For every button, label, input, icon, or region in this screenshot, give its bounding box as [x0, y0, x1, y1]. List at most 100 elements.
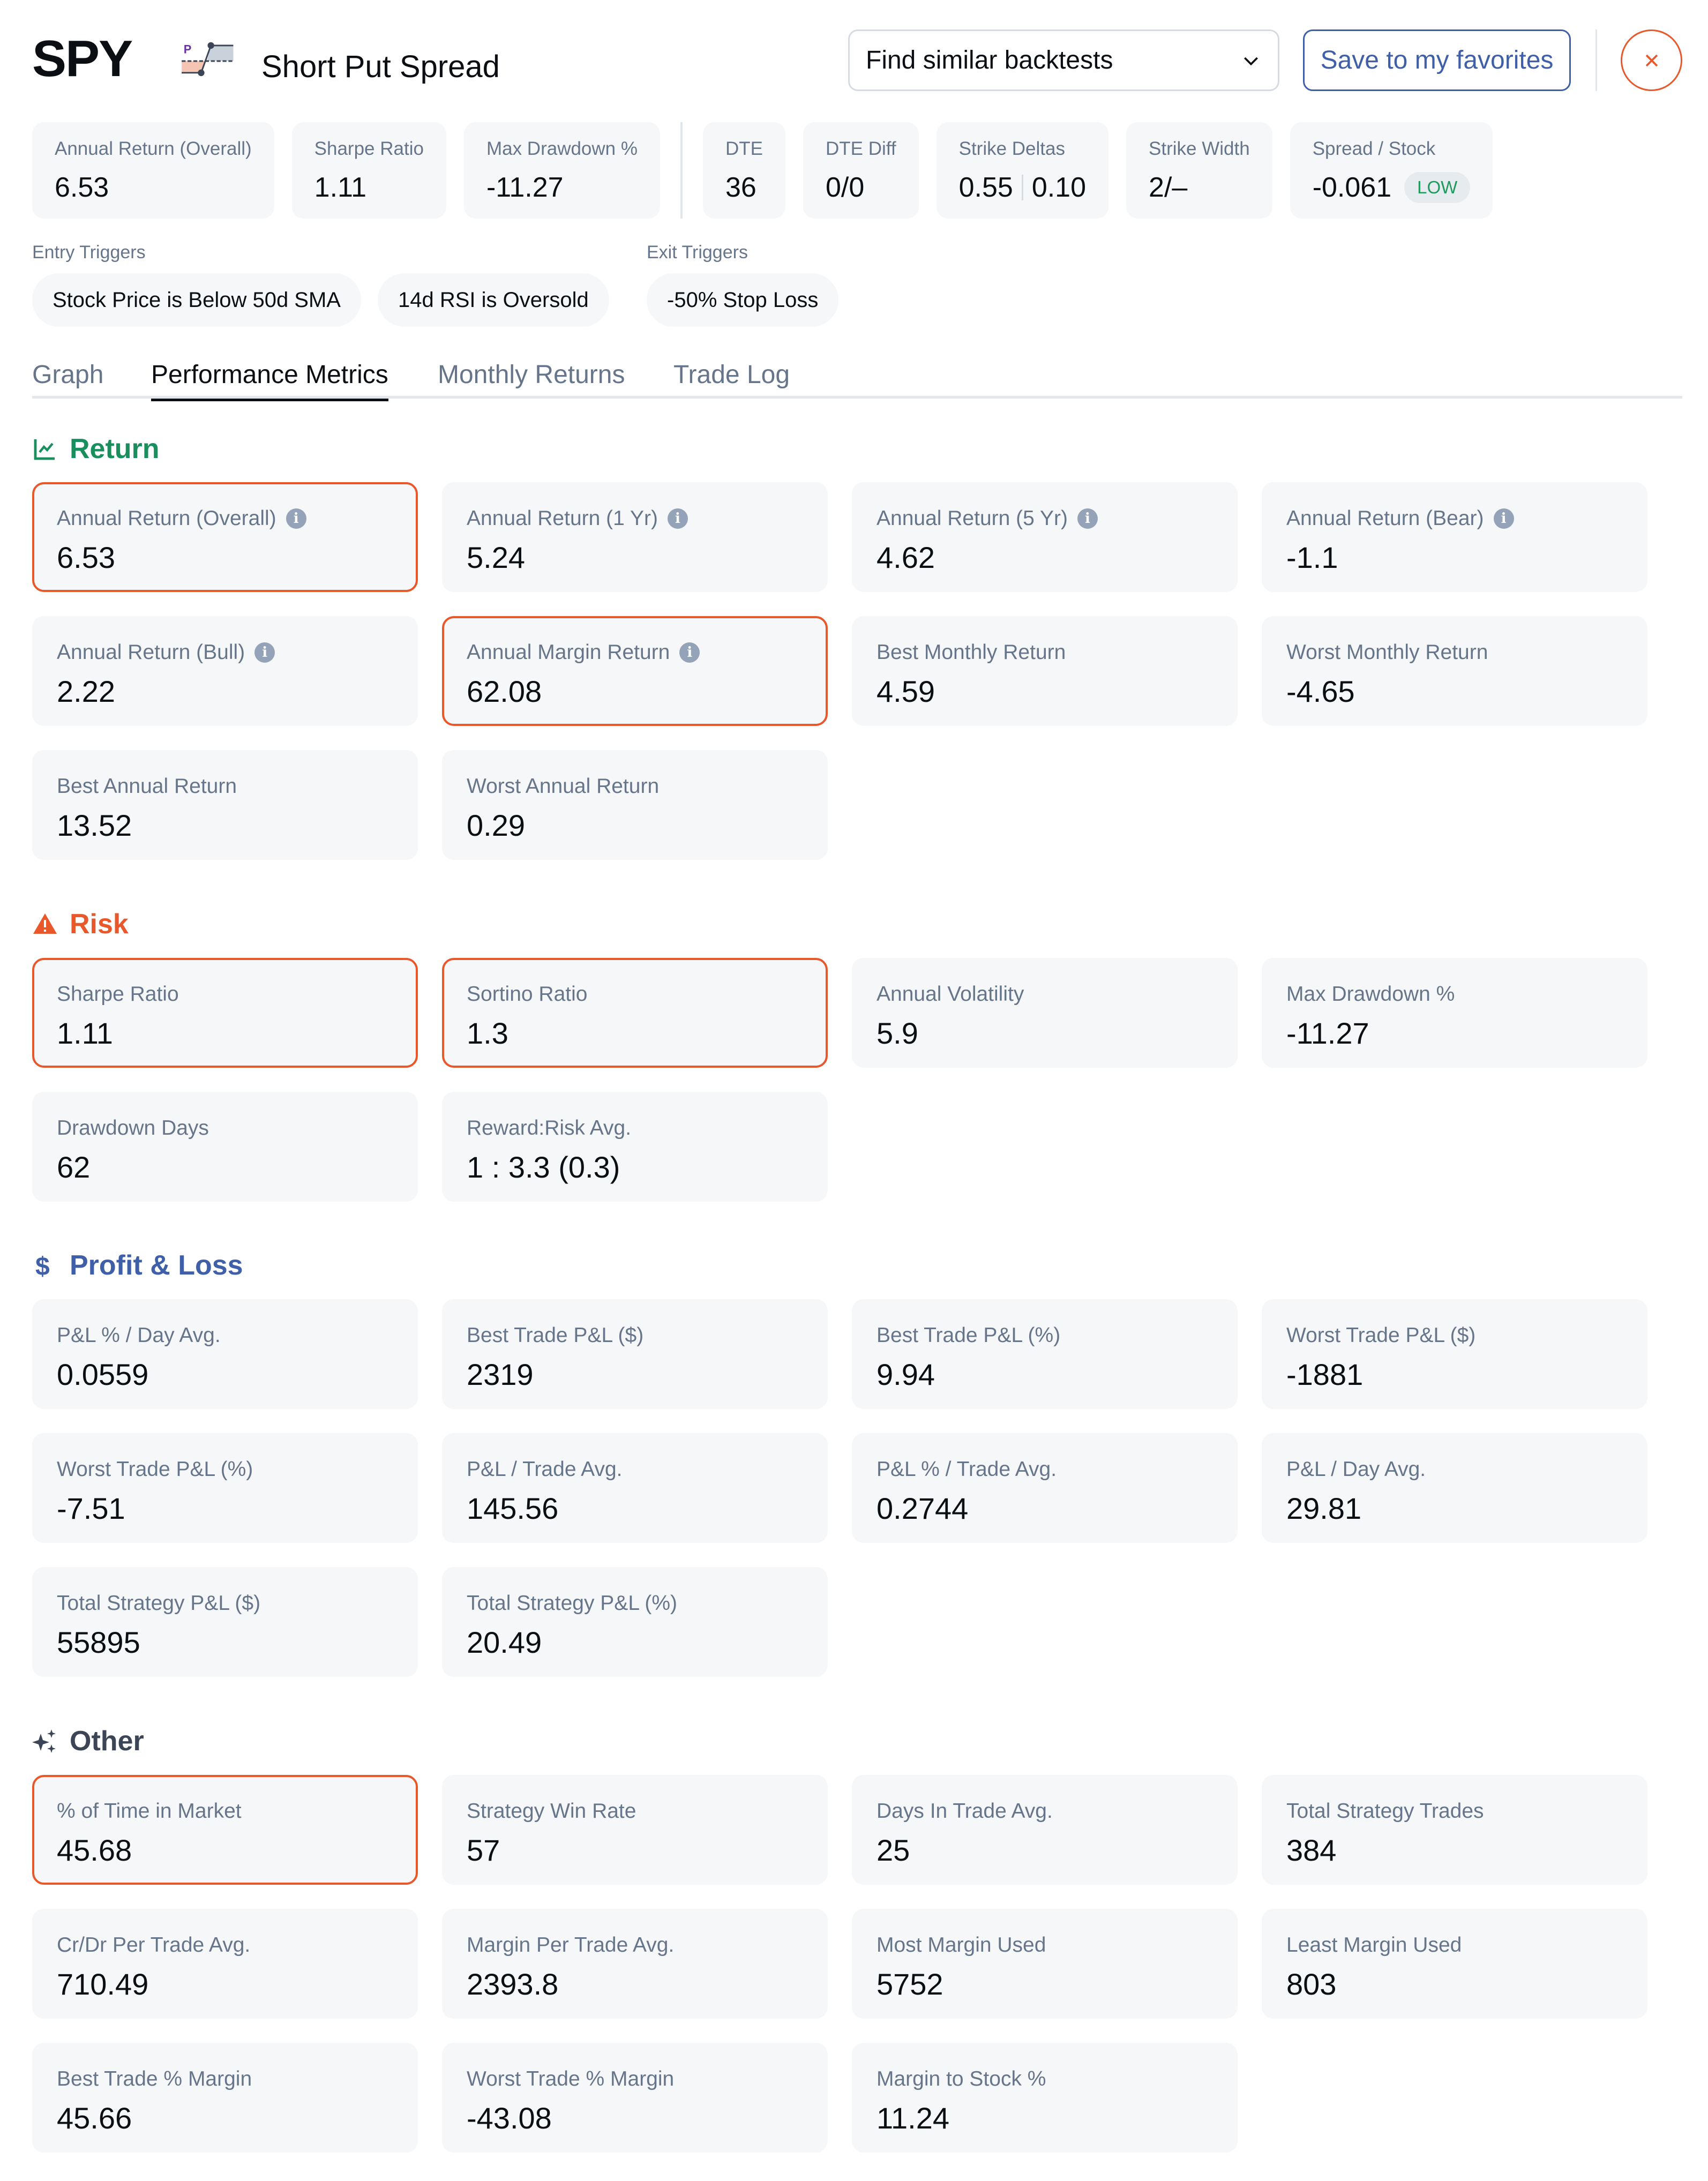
info-icon[interactable]: i	[679, 642, 700, 663]
summary-label: DTE	[725, 138, 763, 159]
metric-label: Annual Return (Bear) i	[1286, 507, 1623, 530]
metric-label: Margin Per Trade Avg.	[467, 1933, 803, 1957]
metric-card: P&L % / Day Avg. 0.0559	[32, 1299, 418, 1409]
metric-label-text: P&L % / Trade Avg.	[877, 1458, 1057, 1481]
summary-annual-return: Annual Return (Overall) 6.53	[32, 122, 274, 219]
info-icon[interactable]: i	[1493, 508, 1514, 529]
tab-monthly-returns[interactable]: Monthly Returns	[438, 360, 625, 399]
metric-value: -43.08	[467, 2101, 552, 2135]
metric-label: Best Annual Return	[57, 775, 393, 798]
metric-label-text: Margin Per Trade Avg.	[467, 1933, 675, 1957]
metric-label-text: % of Time in Market	[57, 1800, 242, 1823]
metric-label-text: Max Drawdown %	[1286, 983, 1455, 1006]
info-icon[interactable]: i	[254, 642, 275, 663]
metric-label-text: Least Margin Used	[1286, 1933, 1462, 1957]
metric-card: Annual Return (5 Yr) i 4.62	[852, 482, 1238, 592]
exit-triggers-label: Exit Triggers	[647, 242, 748, 263]
metric-value: 4.59	[877, 674, 935, 708]
metric-label-text: Worst Trade % Margin	[467, 2067, 675, 2090]
metric-value: 45.66	[57, 2101, 132, 2135]
metric-label-text: Reward:Risk Avg.	[467, 1116, 632, 1140]
warning-triangle-icon	[32, 911, 58, 937]
metric-card: Least Margin Used 803	[1262, 1909, 1647, 2019]
metric-card: Worst Trade % Margin -43.08	[442, 2043, 828, 2153]
metric-label: Best Trade P&L (%)	[877, 1324, 1213, 1347]
metric-card: Annual Margin Return i 62.08	[442, 616, 828, 726]
close-button[interactable]	[1621, 29, 1682, 91]
metric-label: Cr/Dr Per Trade Avg.	[57, 1933, 393, 1957]
metric-label: Drawdown Days	[57, 1116, 393, 1140]
metric-label: Annual Return (Overall) i	[57, 507, 393, 530]
header-divider	[1595, 29, 1597, 91]
metric-value: 25	[877, 1833, 910, 1867]
summary-dte: DTE 36	[703, 122, 785, 219]
metric-label: Worst Monthly Return	[1286, 641, 1623, 664]
metric-label: Sharpe Ratio	[57, 983, 393, 1006]
metric-label-text: Sortino Ratio	[467, 983, 588, 1006]
metric-card: Worst Annual Return 0.29	[442, 750, 828, 860]
summary-value: 6.53	[55, 172, 109, 203]
tab-trade-log[interactable]: Trade Log	[673, 360, 790, 399]
pnl-metrics-grid: P&L % / Day Avg. 0.0559 Best Trade P&L ($)…	[32, 1299, 1650, 1677]
find-similar-backtests-dropdown[interactable]: Find similar backtests	[848, 29, 1279, 91]
metric-label-text: Annual Return (Bull)	[57, 641, 245, 664]
metric-value: 13.52	[57, 808, 132, 842]
metric-value: 1.11	[57, 1016, 113, 1050]
metric-card: Total Strategy Trades 384	[1262, 1775, 1647, 1885]
metric-value: 62.08	[467, 674, 542, 708]
metric-value: -1.1	[1286, 541, 1338, 574]
metric-label: P&L / Day Avg.	[1286, 1458, 1623, 1481]
info-icon[interactable]: i	[286, 508, 306, 529]
metric-card: P&L / Day Avg. 29.81	[1262, 1433, 1647, 1543]
tab-graph[interactable]: Graph	[32, 360, 103, 399]
metric-card: P&L / Trade Avg. 145.56	[442, 1433, 828, 1543]
metric-card: Reward:Risk Avg. 1 : 3.3 (0.3)	[442, 1092, 828, 1202]
metric-label-text: Sharpe Ratio	[57, 983, 179, 1006]
metric-value: 57	[467, 1833, 500, 1867]
summary-strike-deltas: Strike Deltas 0.55 0.10	[936, 122, 1109, 219]
metric-label: Sortino Ratio	[467, 983, 803, 1006]
metric-label-text: Annual Return (Overall)	[57, 507, 276, 530]
metric-value: 145.56	[467, 1492, 559, 1525]
metric-value: 11.24	[877, 2101, 949, 2135]
metric-value: 803	[1286, 1967, 1337, 2001]
metric-value: -4.65	[1286, 674, 1355, 708]
exit-trigger-pill[interactable]: -50% Stop Loss	[647, 273, 839, 327]
metric-label: Reward:Risk Avg.	[467, 1116, 803, 1140]
section-title-risk: Risk	[32, 908, 129, 940]
save-to-favorites-button[interactable]: Save to my favorites	[1303, 29, 1571, 91]
info-icon[interactable]: i	[1077, 508, 1098, 529]
section-title-return: Return	[32, 433, 160, 465]
metric-card: Cr/Dr Per Trade Avg. 710.49	[32, 1909, 418, 2019]
metric-label-text: Best Monthly Return	[877, 641, 1066, 664]
metric-value: 2.22	[57, 674, 115, 708]
metric-card: Annual Return (Overall) i 6.53	[32, 482, 418, 592]
info-icon[interactable]: i	[667, 508, 688, 529]
metric-label-text: Best Trade P&L (%)	[877, 1324, 1061, 1347]
metric-label: Worst Trade P&L ($)	[1286, 1324, 1623, 1347]
dollar-icon: $	[32, 1253, 58, 1278]
metric-value: 29.81	[1286, 1492, 1362, 1525]
metric-label-text: Best Annual Return	[57, 775, 237, 798]
metric-label: Worst Annual Return	[467, 775, 803, 798]
metric-label: Most Margin Used	[877, 1933, 1213, 1957]
metric-card: Annual Return (Bull) i 2.22	[32, 616, 418, 726]
summary-max-drawdown: Max Drawdown % -11.27	[463, 122, 660, 219]
metric-card: Strategy Win Rate 57	[442, 1775, 828, 1885]
sparkles-icon	[32, 1728, 58, 1754]
metric-card: Best Monthly Return 4.59	[852, 616, 1238, 726]
entry-trigger-pill[interactable]: Stock Price is Below 50d SMA	[32, 273, 361, 327]
summary-value: -11.27	[486, 172, 564, 203]
entry-trigger-pill[interactable]: 14d RSI is Oversold	[378, 273, 609, 327]
metric-label: Days In Trade Avg.	[877, 1800, 1213, 1823]
metric-card: Best Trade P&L ($) 2319	[442, 1299, 828, 1409]
metric-value: -1881	[1286, 1358, 1364, 1391]
tab-performance-metrics[interactable]: Performance Metrics	[151, 360, 388, 401]
metric-label: P&L % / Day Avg.	[57, 1324, 393, 1347]
metric-card: Worst Monthly Return -4.65	[1262, 616, 1647, 726]
other-metrics-grid: % of Time in Market 45.68 Strategy Win Rat…	[32, 1775, 1650, 2153]
summary-label: Sharpe Ratio	[314, 138, 424, 159]
value-separator	[1021, 175, 1023, 200]
metric-label: Best Monthly Return	[877, 641, 1213, 664]
line-chart-icon	[32, 436, 58, 462]
